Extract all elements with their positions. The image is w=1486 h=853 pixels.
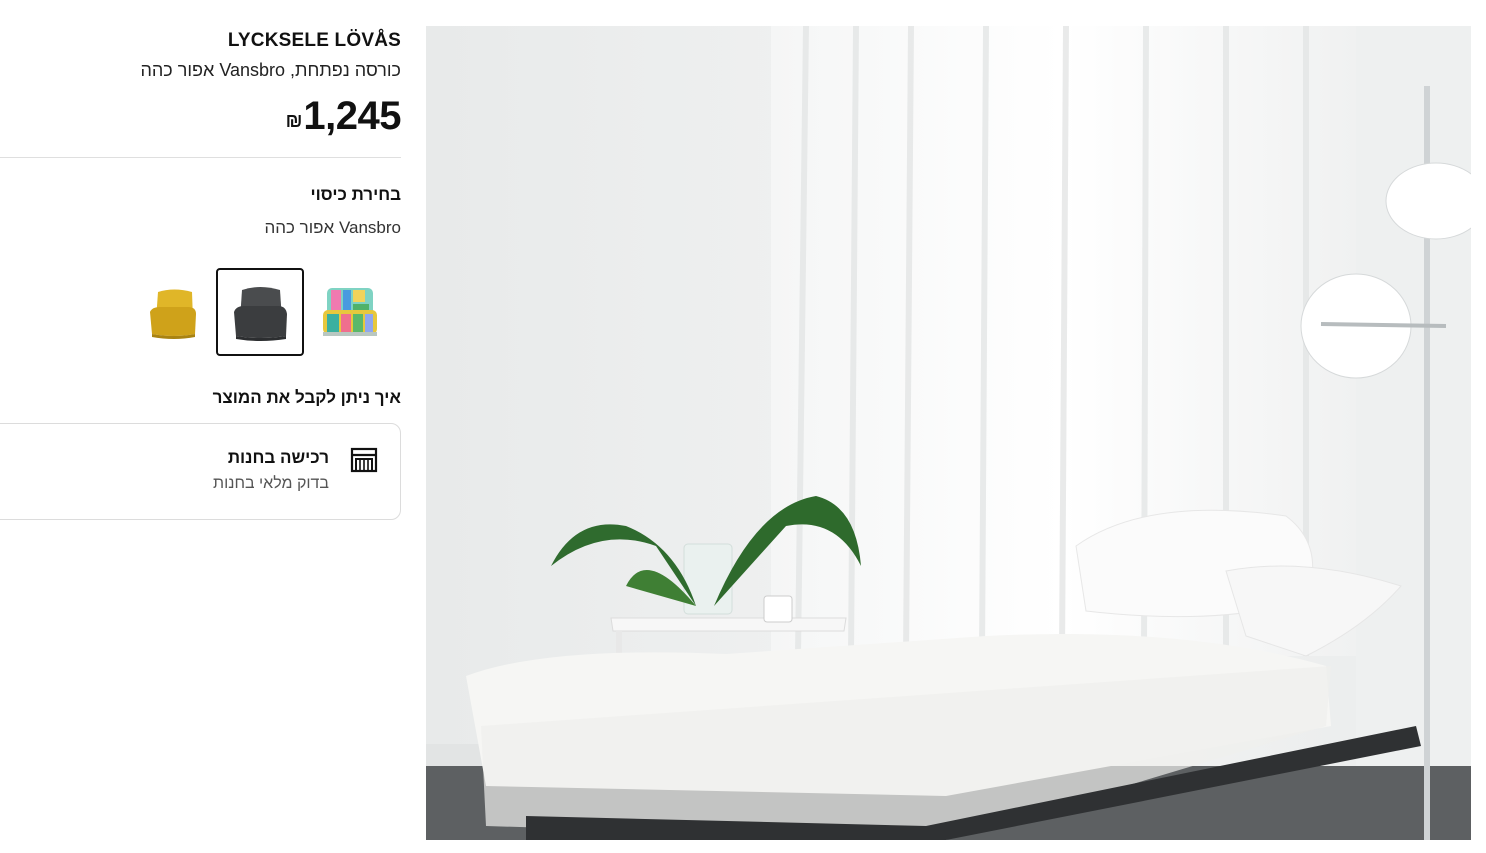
divider — [0, 157, 401, 158]
delivery-heading: איך ניתן לקבל את המוצר — [212, 388, 401, 407]
product-price: ₪ 1,245 — [285, 93, 402, 139]
swatch-yellow[interactable] — [128, 268, 216, 356]
store-purchase-title: רכישה בחנות — [227, 448, 329, 467]
store-stock-link[interactable]: בדוק מלאי בחנות — [213, 475, 329, 493]
multicolor-chair-icon — [323, 288, 377, 336]
dark-grey-chair-icon — [234, 287, 287, 341]
product-name: LYCKSELE LÖVÅS — [227, 30, 401, 51]
product-photo[interactable] — [426, 26, 1471, 840]
swatch-dark-grey[interactable] — [216, 268, 304, 356]
in-store-purchase-card[interactable]: רכישה בחנות בדוק מלאי בחנות — [0, 423, 401, 520]
cover-heading: בחירת כיסוי — [310, 185, 401, 204]
cover-swatches — [0, 268, 402, 356]
price-amount: 1,245 — [303, 94, 401, 138]
price-currency: ₪ — [285, 111, 303, 132]
product-description: כורסה נפתחת, Vansbro אפור כהה — [140, 60, 401, 80]
yellow-chair-icon — [150, 289, 196, 339]
store-icon — [350, 447, 378, 473]
cover-selected-value: Vansbro אפור כהה — [264, 218, 401, 237]
swatch-multicolor[interactable] — [305, 268, 393, 356]
product-photo-illustration — [426, 26, 1471, 840]
product-page: LYCKSELE LÖVÅS כורסה נפתחת, Vansbro אפור… — [0, 0, 1486, 853]
product-info-panel: LYCKSELE LÖVÅS כורסה נפתחת, Vansbro אפור… — [0, 0, 402, 853]
